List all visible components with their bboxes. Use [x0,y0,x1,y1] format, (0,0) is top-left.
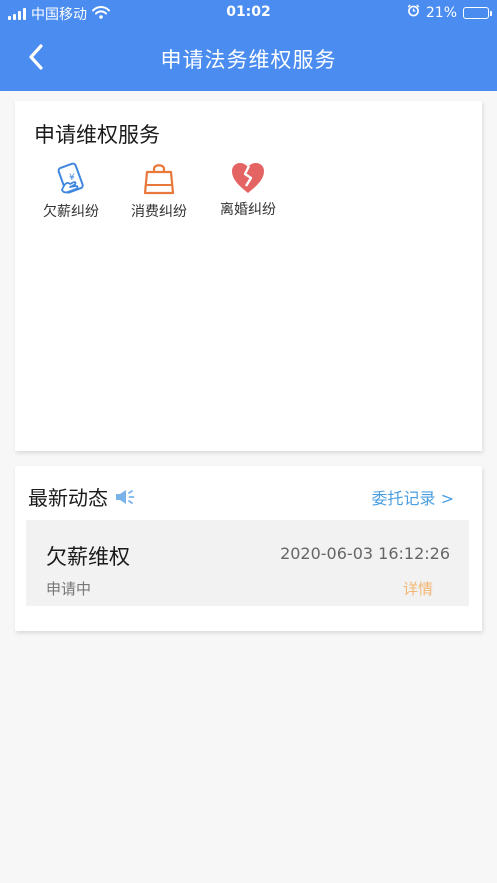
news-card: 最新动态 委托记录 > 欠薪维权 2020-06-03 16:12:26 申请中… [15,466,482,631]
broken-heart-icon [232,163,264,193]
battery-icon [463,6,492,19]
services-card: 申请维权服务 ¥ 欠薪纠纷 消费纠纷 离婚纠纷 [15,101,482,451]
status-right: 21% [407,4,492,21]
service-divorce-dispute[interactable]: 离婚纠纷 [208,161,288,219]
news-title: 最新动态 [28,486,108,510]
service-label: 消费纠纷 [131,204,187,220]
alarm-icon [407,4,420,21]
news-list-item[interactable]: 欠薪维权 2020-06-03 16:12:26 申请中 详情 [26,520,469,606]
page-title: 申请法务维权服务 [160,48,337,72]
shopping-bag-icon [143,164,175,195]
news-item-title: 欠薪维权 [46,545,130,569]
service-label: 离婚纠纷 [220,202,276,218]
records-link[interactable]: 委托记录 > [372,485,455,509]
service-wage-dispute[interactable]: ¥ 欠薪纠纷 [31,161,111,221]
news-header: 最新动态 [28,482,136,511]
service-label: 欠薪纠纷 [43,204,99,220]
battery-percent: 21% [425,4,457,21]
status-bar: 中国移动 01:02 21% [0,0,497,26]
service-consumer-dispute[interactable]: 消费纠纷 [119,161,199,221]
services-title: 申请维权服务 [34,123,160,147]
news-item-detail-link[interactable]: 详情 [403,578,433,599]
app-header: 中国移动 01:02 21% 申请法务维权服务 [0,0,497,91]
megaphone-icon [116,489,135,504]
news-item-status: 申请中 [46,580,92,598]
money-hand-icon: ¥ [57,162,84,194]
news-item-time: 2020-06-03 16:12:26 [280,544,450,563]
